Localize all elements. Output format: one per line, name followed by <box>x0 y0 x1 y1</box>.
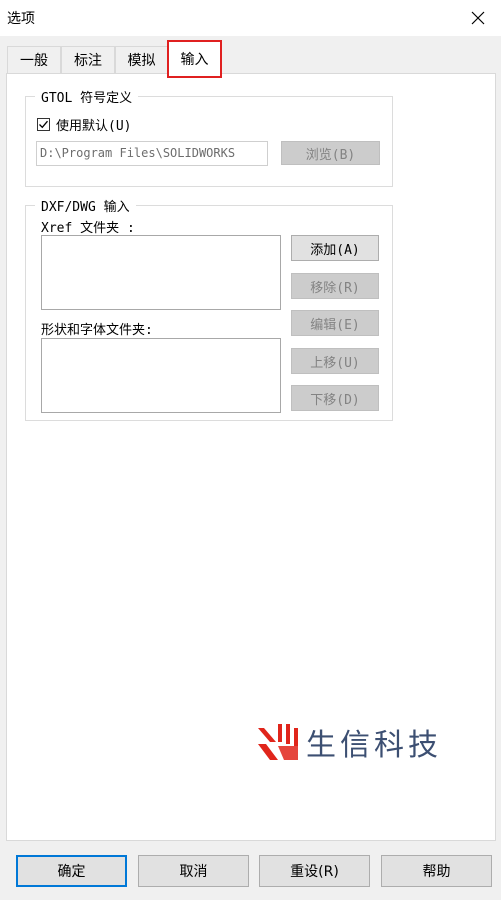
tab-import[interactable]: 输入 <box>167 40 222 78</box>
gtol-group: GTOL 符号定义 使用默认(U) D:\Program Files\SOLID… <box>25 87 393 187</box>
dxf-dwg-group: DXF/DWG 输入 Xref 文件夹 : 形状和字体文件夹: 添加(A) 移除… <box>25 196 393 421</box>
window-title: 选项 <box>7 11 35 27</box>
gtol-group-caption: GTOL 符号定义 <box>35 87 139 106</box>
title-bar: 选项 <box>0 0 501 36</box>
tab-general[interactable]: 一般 <box>7 46 61 73</box>
checkmark-icon <box>39 120 48 129</box>
remove-button[interactable]: 移除(R) <box>291 273 379 299</box>
close-icon <box>471 11 485 25</box>
checkbox-box <box>37 118 50 131</box>
xref-folder-list[interactable] <box>41 235 281 310</box>
tab-simulation[interactable]: 模拟 <box>115 46 168 73</box>
move-down-button[interactable]: 下移(D) <box>291 385 379 411</box>
use-default-checkbox[interactable]: 使用默认(U) <box>37 115 131 134</box>
logo-mark-icon <box>258 724 298 760</box>
watermark-text: 生信科技 <box>306 728 442 763</box>
shape-font-folder-label: 形状和字体文件夹: <box>41 323 153 338</box>
add-button[interactable]: 添加(A) <box>291 235 379 261</box>
cancel-button[interactable]: 取消 <box>138 855 249 887</box>
shape-font-folder-list[interactable] <box>41 338 281 413</box>
use-default-label: 使用默认(U) <box>56 119 132 134</box>
ok-button[interactable]: 确定 <box>16 855 127 887</box>
tab-strip: 一般 标注 模拟 输入 <box>0 36 501 78</box>
move-up-button[interactable]: 上移(U) <box>291 348 379 374</box>
xref-folder-label: Xref 文件夹 : <box>41 221 135 236</box>
tab-annotation[interactable]: 标注 <box>61 46 115 73</box>
browse-button[interactable]: 浏览(B) <box>281 141 380 165</box>
edit-button[interactable]: 编辑(E) <box>291 310 379 336</box>
help-button[interactable]: 帮助 <box>381 855 492 887</box>
watermark-logo: 生信科技 <box>256 720 442 764</box>
dxf-group-caption: DXF/DWG 输入 <box>35 196 136 215</box>
reset-button[interactable]: 重设(R) <box>259 855 370 887</box>
gtol-path-field[interactable]: D:\Program Files\SOLIDWORKS <box>36 141 268 166</box>
close-button[interactable] <box>455 0 501 36</box>
